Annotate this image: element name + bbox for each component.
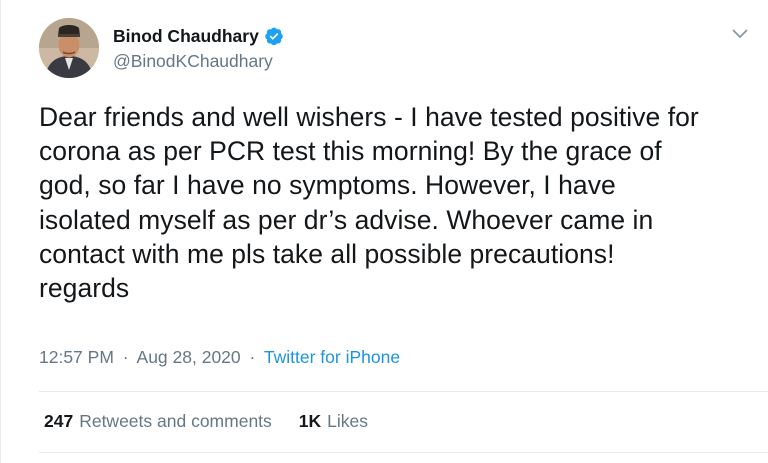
avatar-photo <box>39 18 99 78</box>
tweet-menu-button[interactable] <box>730 24 750 44</box>
tweet-text: Dear friends and well wishers - I have t… <box>39 102 699 304</box>
meta-separator: · <box>249 347 256 367</box>
avatar[interactable] <box>39 18 99 78</box>
display-name-row: Binod Chaudhary <box>113 24 284 48</box>
tweet-source-link[interactable]: Twitter for iPhone <box>264 347 400 367</box>
likes-stat[interactable]: 1K Likes <box>299 411 368 432</box>
verified-badge-icon <box>264 26 284 46</box>
tweet-date[interactable]: Aug 28, 2020 <box>137 347 241 367</box>
retweets-stat[interactable]: 247 Retweets and comments <box>44 411 272 432</box>
tweet-time[interactable]: 12:57 PM <box>39 347 114 367</box>
author-handle[interactable]: @BinodKChaudhary <box>113 51 284 72</box>
author-info: Binod Chaudhary @BinodKChaudhary <box>113 24 284 72</box>
tweet-header: Binod Chaudhary @BinodKChaudhary <box>39 18 754 80</box>
tweet-card: Binod Chaudhary @BinodKChaudhary Dear fr… <box>0 0 768 463</box>
retweets-count: 247 <box>44 411 74 431</box>
meta-separator: · <box>122 347 129 367</box>
likes-label: Likes <box>327 411 369 431</box>
tweet-meta: 12:57 PM · Aug 28, 2020 · Twitter for iP… <box>39 347 400 368</box>
likes-count: 1K <box>298 411 322 431</box>
divider <box>39 391 768 392</box>
retweets-label: Retweets and comments <box>79 411 272 431</box>
divider <box>39 452 768 453</box>
display-name[interactable]: Binod Chaudhary <box>113 26 259 47</box>
tweet-stats: 247 Retweets and comments 1K Likes <box>44 411 368 432</box>
chevron-down-icon <box>732 29 748 38</box>
